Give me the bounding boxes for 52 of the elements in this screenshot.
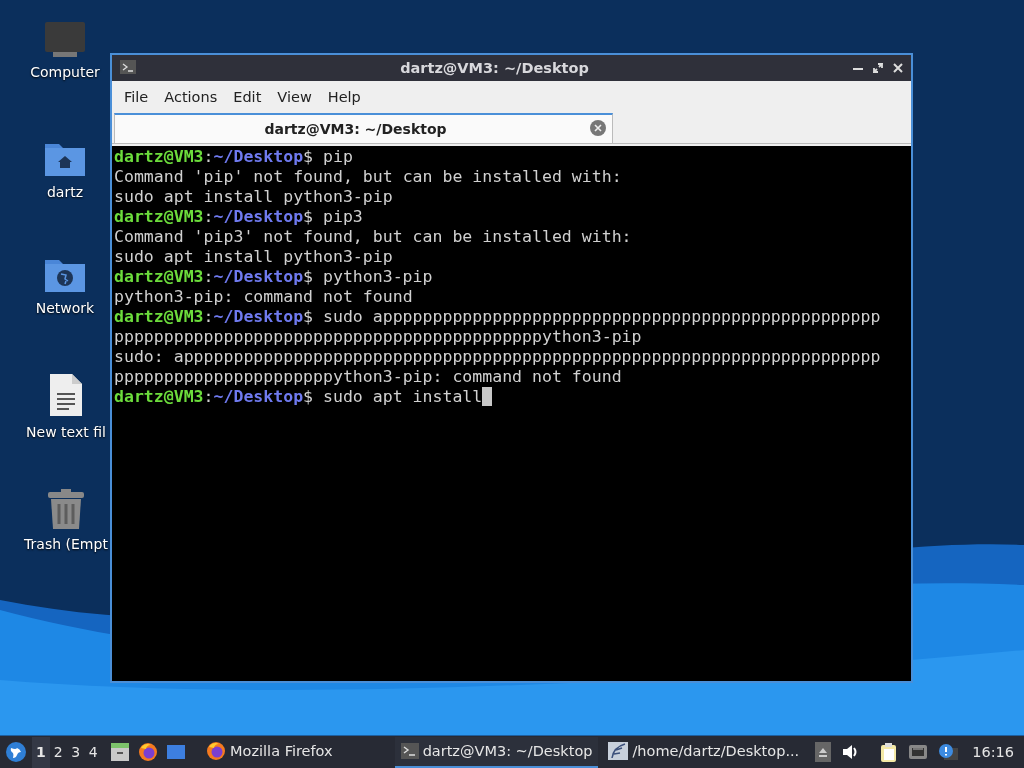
network-icon[interactable]	[908, 742, 929, 762]
desktop-icon-label[interactable]: Network	[35, 300, 95, 316]
notification-icon[interactable]	[938, 743, 959, 761]
workspace-button[interactable]: 3	[67, 736, 85, 768]
menu-item[interactable]: Actions	[156, 87, 226, 107]
taskbar-task[interactable]: /home/dartz/Desktop...	[602, 736, 806, 768]
start-menu-icon	[6, 742, 26, 762]
workspace-button[interactable]: 4	[84, 736, 103, 768]
close-icon[interactable]	[590, 119, 606, 136]
output-line: sudo: apppppppppppppppppppppppppppppppppppppppppppppppppppppppppppppppppppppp	[114, 347, 881, 367]
eject-icon[interactable]	[815, 742, 832, 762]
prompt-line: dartz@VM3:~/Desktop$ sudo apt install	[114, 387, 493, 407]
document-icon	[48, 372, 84, 418]
output-line: python3-pip: command not found	[114, 287, 413, 307]
desktop-icon-label[interactable]: New text fil	[26, 424, 106, 440]
output-line: Command 'pip' not found, but can be installed with:	[114, 167, 622, 187]
prompt-line: dartz@VM3:~/Desktop$ pip	[114, 147, 353, 167]
firefox-icon[interactable]	[138, 742, 159, 762]
terminal-icon	[120, 59, 136, 74]
feather-icon	[608, 742, 629, 760]
terminal-tab[interactable]: dartz@VM3: ~/Desktop	[114, 113, 613, 143]
workspace-button[interactable]: 1	[32, 736, 50, 768]
prompt-line: dartz@VM3:~/Desktop$ sudo apppppppppppppppppppppppppppppppppppppppppppppppppp	[114, 307, 881, 327]
close-icon[interactable]	[893, 63, 903, 73]
menu-item[interactable]: File	[116, 87, 157, 107]
trash-icon	[46, 488, 86, 530]
menu-item[interactable]: Edit	[225, 87, 270, 107]
terminal-area[interactable]	[112, 146, 911, 681]
terminal-icon	[400, 743, 419, 759]
prompt-line: dartz@VM3:~/Desktop$ pip3	[114, 207, 363, 227]
output-line: Command 'pip3' not found, but can be installed with:	[114, 227, 632, 247]
show-desktop-icon[interactable]	[166, 742, 187, 762]
output-line: pppppppppppppppppppppppppppppppppppppppppppython3-pip	[114, 327, 642, 347]
prompt-line: dartz@VM3:~/Desktop$ python3-pip	[114, 267, 433, 287]
output-line: ppppppppppppppppppppppython3-pip: command not found	[114, 367, 622, 387]
desktop-icon-label[interactable]: Computer	[30, 64, 100, 80]
firefox-icon	[206, 741, 227, 761]
monitor-icon	[43, 20, 87, 58]
taskbar-task[interactable]: dartz@VM3: ~/Desktop	[394, 736, 599, 768]
desktop-icon-label[interactable]: dartz	[46, 184, 84, 200]
desktop-icon-label[interactable]: Trash (Empt	[24, 536, 108, 552]
file-cabinet-icon[interactable]	[110, 742, 131, 762]
window-title: dartz@VM3: ~/Desktop	[399, 60, 590, 76]
output-line: sudo apt install python3-pip	[114, 187, 393, 207]
menu-item[interactable]: Help	[319, 87, 369, 107]
menu-item[interactable]: View	[269, 87, 320, 107]
workspace-button[interactable]: 2	[49, 736, 68, 768]
clipboard-icon[interactable]	[879, 741, 899, 763]
output-line: sudo apt install python3-pip	[114, 247, 393, 267]
restore-icon[interactable]	[873, 63, 883, 73]
clock: 16:16	[972, 744, 1014, 760]
taskbar-task[interactable]: Mozilla Firefox	[200, 736, 339, 768]
